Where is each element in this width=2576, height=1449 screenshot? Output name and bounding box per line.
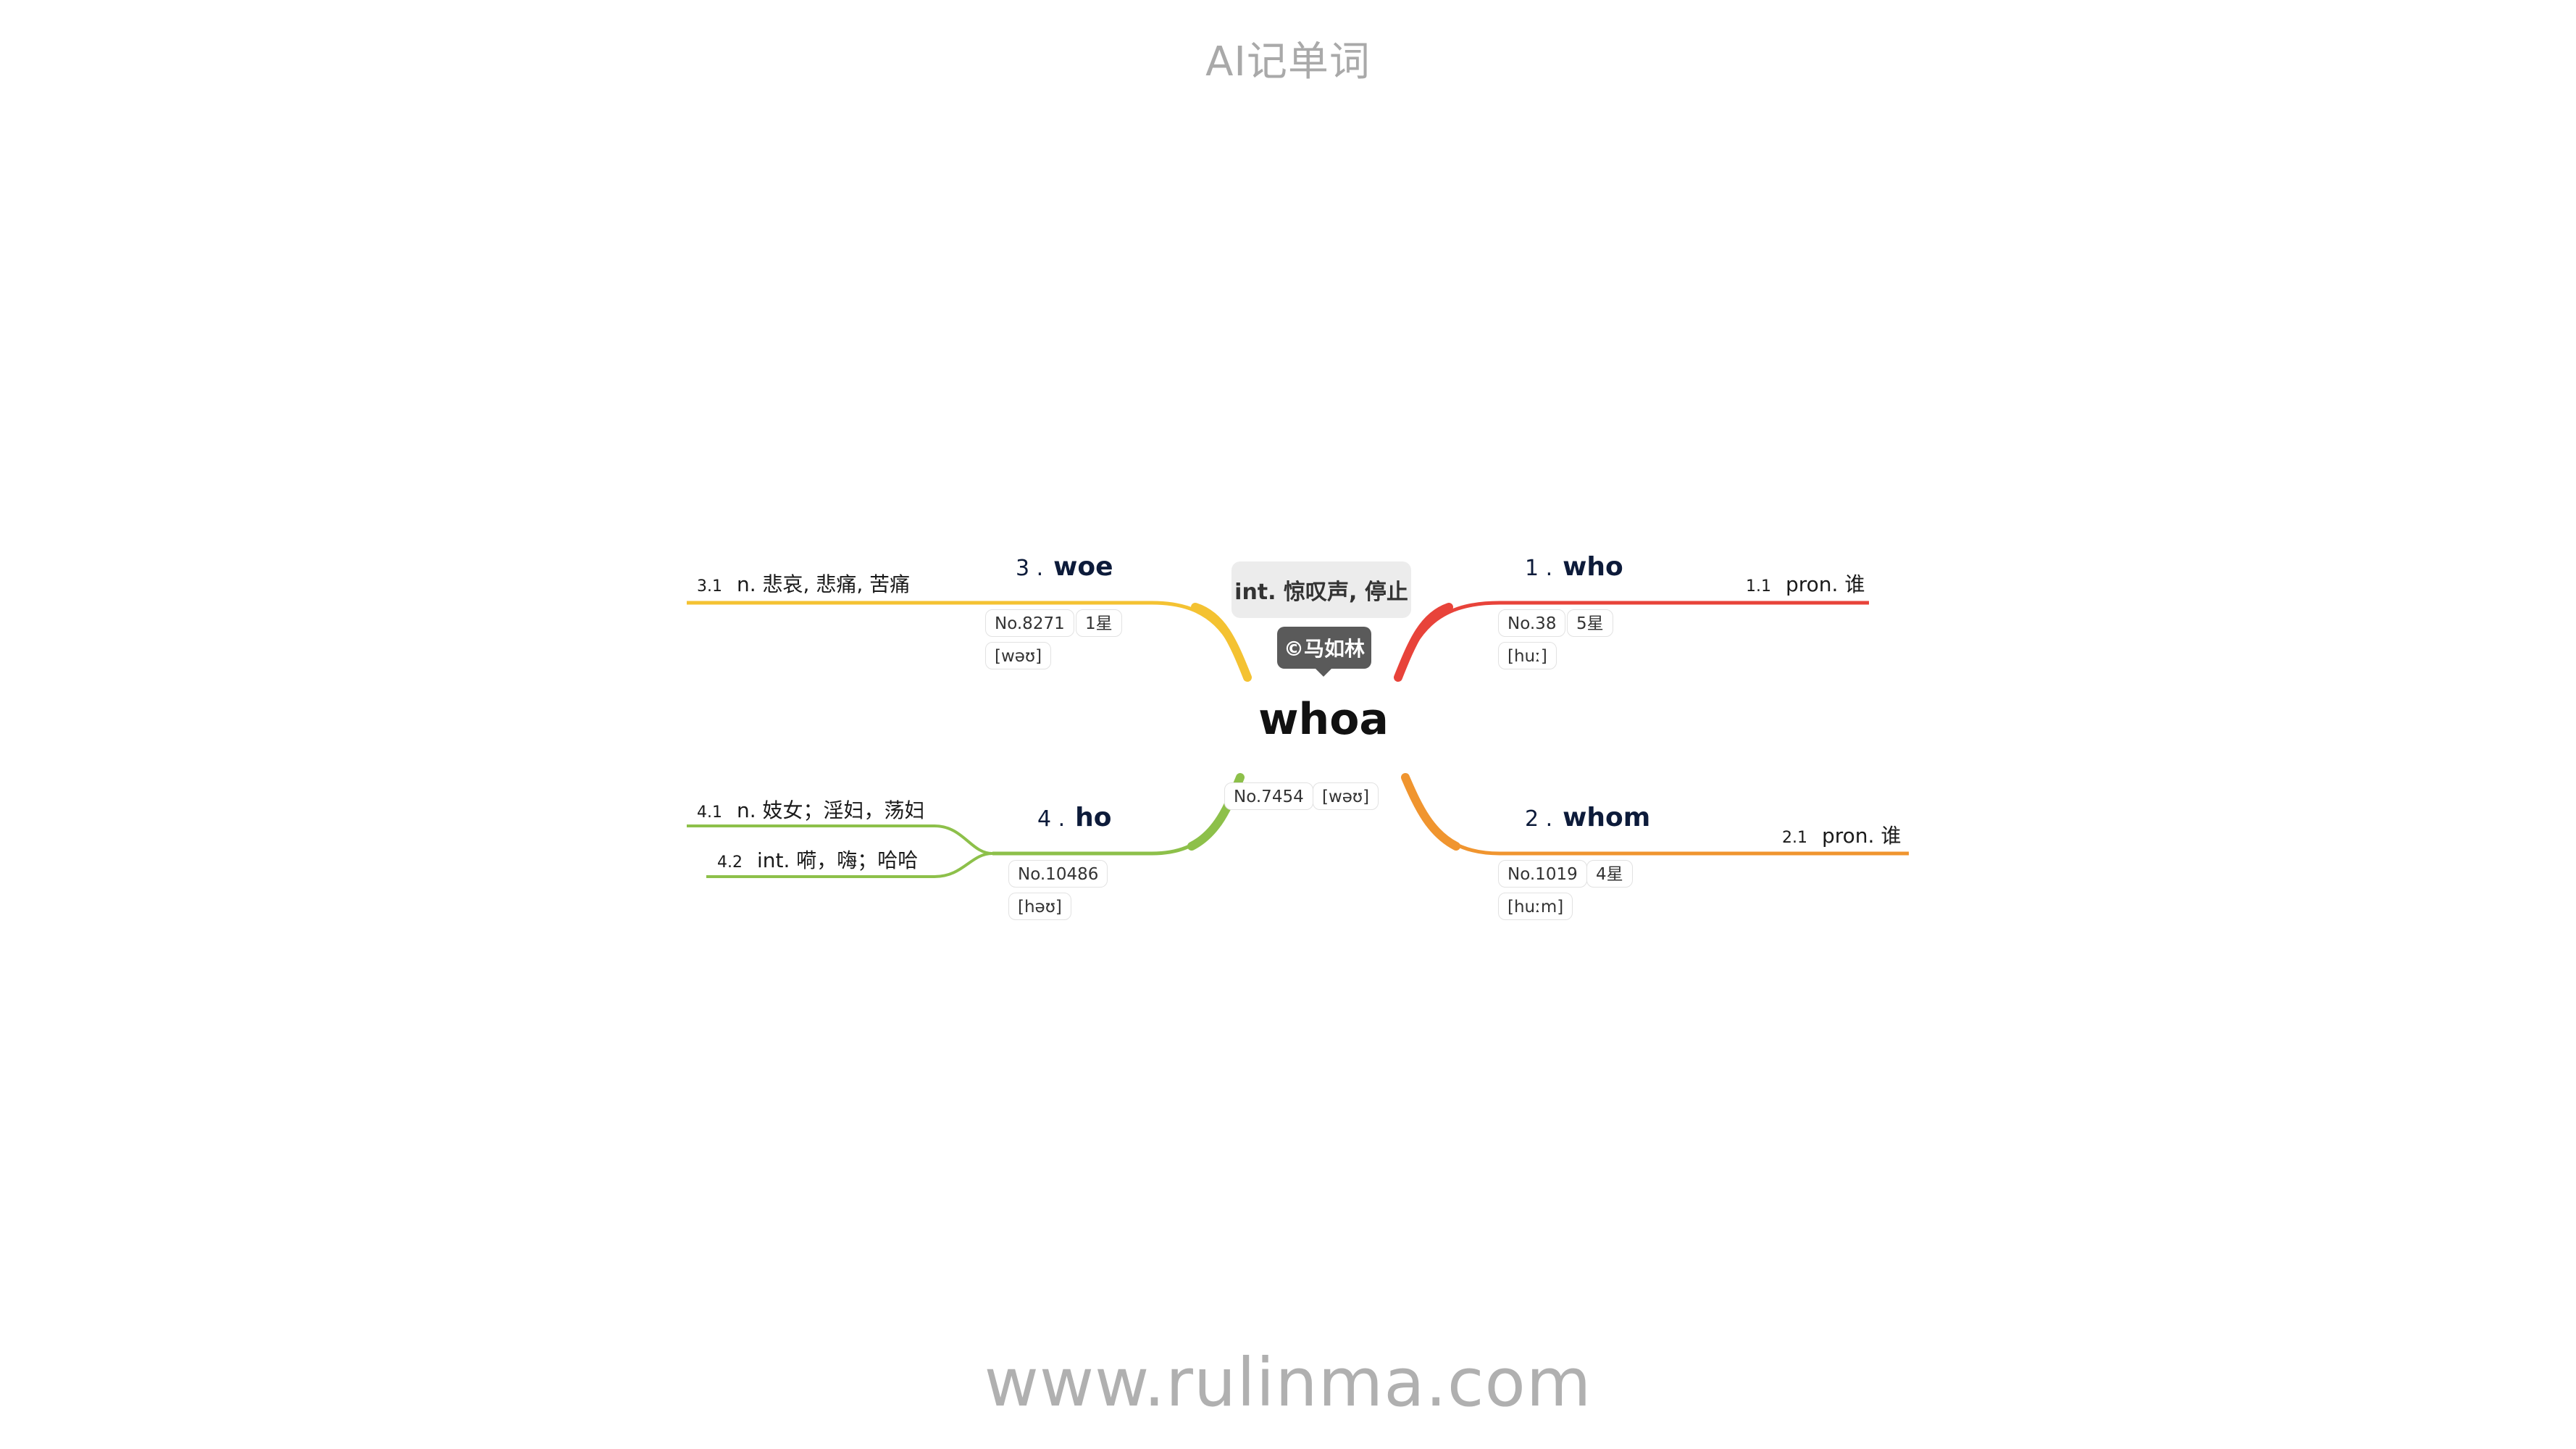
center-rank-tag: No.7454 (1224, 782, 1313, 810)
def-2-1-index: 2.1 (1782, 829, 1807, 847)
def-1-1-index: 1.1 (1746, 577, 1771, 596)
branch-1-stars-tag: 5星 (1567, 609, 1613, 637)
branch-2-root (1401, 773, 1460, 851)
site-watermark: www.rulinma.com (984, 1344, 1592, 1421)
branch-4-rank-tag: No.10486 (1008, 860, 1108, 888)
branch-2-number: 2 . (1525, 806, 1553, 832)
copyright-badge: ©马如林 (1277, 627, 1371, 669)
branch-4-title[interactable]: 4 . ho (1037, 803, 1112, 832)
branch-1-connector (1396, 601, 1869, 679)
branch-3-number: 3 . (1016, 556, 1044, 581)
branch-2-rank-tag: No.1019 (1498, 860, 1587, 888)
branch-3-word: woe (1053, 552, 1113, 582)
center-phonetic-tag: [wəʊ] (1313, 782, 1379, 810)
branch-4-number: 4 . (1037, 806, 1066, 832)
branch-3-phonetic-tag: [wəʊ] (985, 642, 1052, 669)
branch-1-word: who (1563, 552, 1623, 582)
branch-1-rank-tag: No.38 (1498, 609, 1566, 637)
def-4-2-text: int. 嗬，嗨；哈哈 (757, 848, 919, 872)
branch-1-number: 1 . (1525, 556, 1553, 581)
branch-3-title[interactable]: 3 . woe (1016, 552, 1113, 582)
page-title: AI记单词 (1205, 38, 1371, 85)
def-1-1: 1.1 pron. 谁 (1746, 569, 1865, 598)
def-4-1-index: 4.1 (697, 803, 722, 822)
def-2-1-text: pron. 谁 (1822, 824, 1902, 848)
branch-3-stars-tag: 1星 (1076, 609, 1122, 637)
def-4-1: 4.1 n. 妓女；淫妇，荡妇 (697, 795, 925, 824)
def-3-1: 3.1 n. 悲哀, 悲痛, 苦痛 (697, 569, 910, 598)
branch-2-word: whom (1563, 803, 1651, 832)
def-4-2: 4.2 int. 嗬，嗨；哈哈 (717, 845, 918, 874)
branch-4-phonetic-tag: [həʊ] (1008, 893, 1071, 920)
branch-1-phonetic-tag: [huː] (1498, 642, 1557, 669)
def-4-1-text: n. 妓女；淫妇，荡妇 (737, 798, 925, 822)
branch-4-word: ho (1075, 803, 1112, 832)
def-2-1: 2.1 pron. 谁 (1782, 820, 1901, 849)
branch-2-phonetic-tag: [huːm] (1498, 893, 1573, 920)
center-meaning-bubble: int. 惊叹声, 停止 (1231, 561, 1411, 618)
branch-2-stars-tag: 4星 (1586, 860, 1633, 888)
center-word[interactable]: whoa (1244, 694, 1403, 745)
def-3-1-text: n. 悲哀, 悲痛, 苦痛 (737, 572, 911, 596)
def-1-1-text: pron. 谁 (1786, 572, 1865, 596)
branch-3-rank-tag: No.8271 (985, 609, 1074, 637)
mindmap-canvas: AI记单词 www.rulinma.com int. 惊叹声, 停止 ©马如林 … (0, 0, 2576, 1449)
def-4-2-index: 4.2 (717, 853, 743, 872)
copyright-badge-pointer (1315, 668, 1332, 677)
branch-3-connector (687, 601, 1250, 679)
branch-2-title[interactable]: 2 . whom (1525, 803, 1650, 832)
def-3-1-index: 3.1 (697, 577, 722, 596)
branch-1-title[interactable]: 1 . who (1525, 552, 1623, 582)
